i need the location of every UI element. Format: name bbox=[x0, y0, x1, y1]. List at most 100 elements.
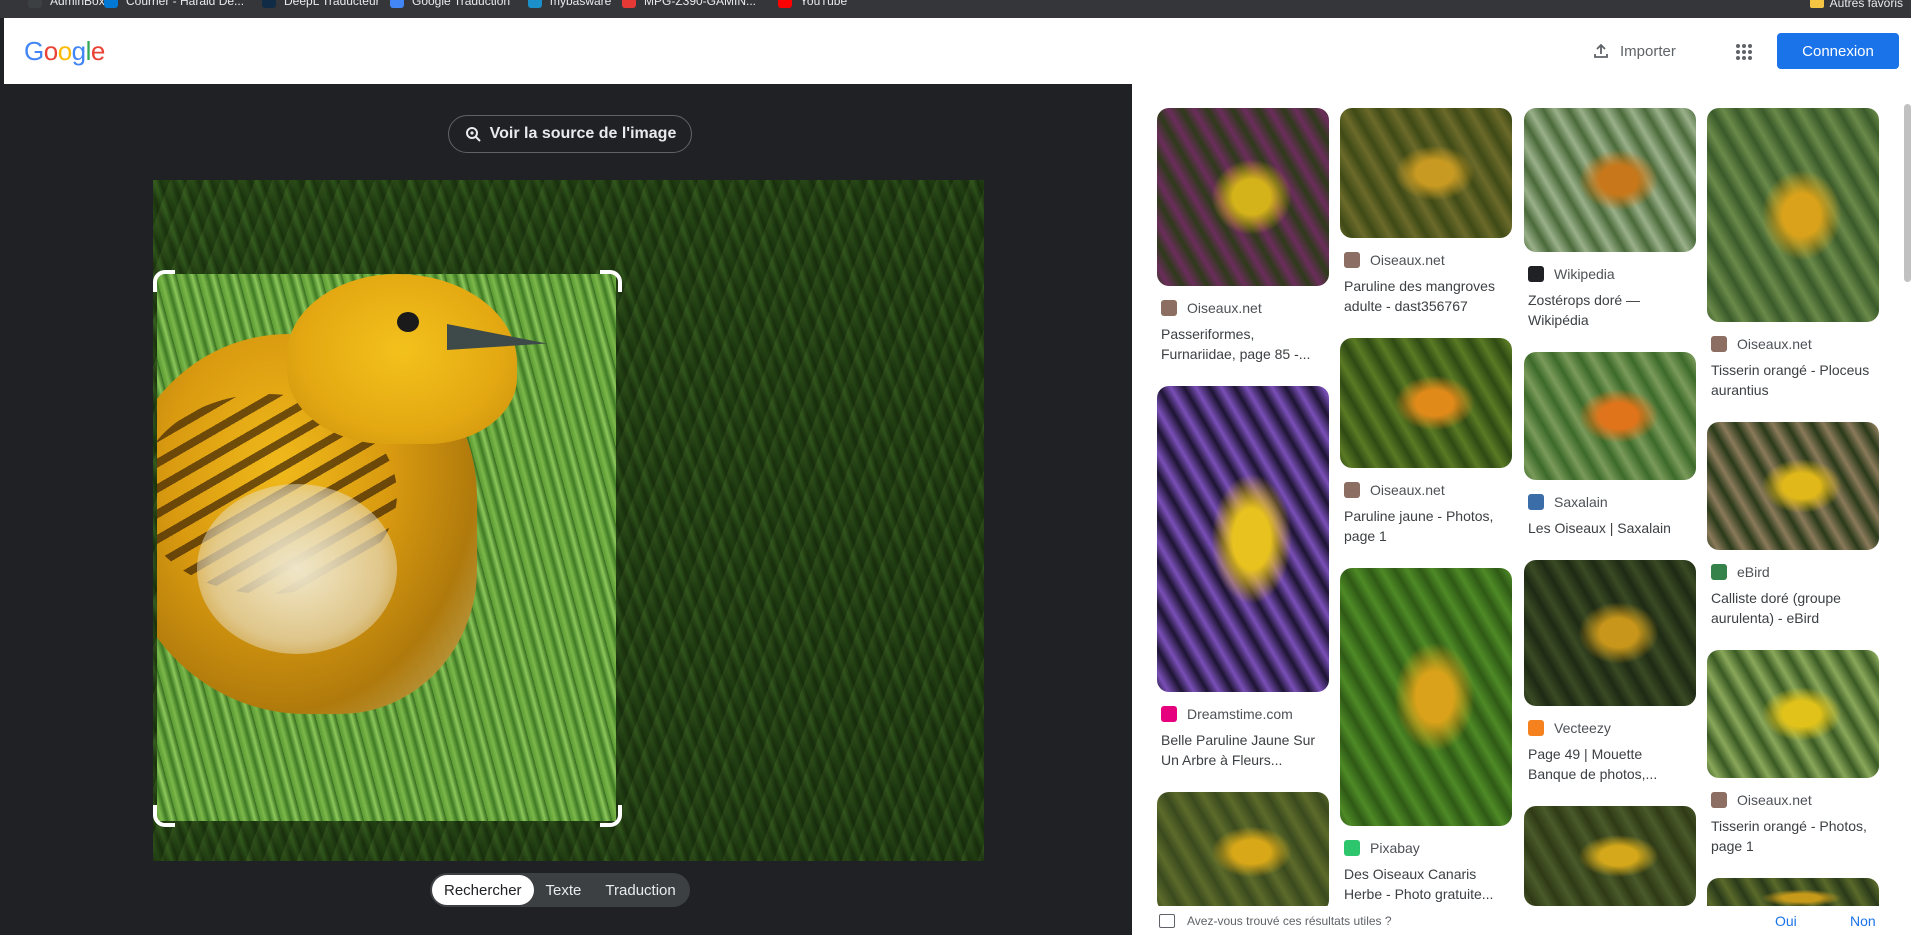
other-bookmarks[interactable]: Autres favoris bbox=[1809, 0, 1911, 10]
bookmark-item[interactable]: YouTube bbox=[778, 0, 847, 8]
result-thumbnail[interactable] bbox=[1524, 560, 1696, 706]
result-thumbnail[interactable] bbox=[1157, 108, 1329, 286]
result-source[interactable]: Pixabay bbox=[1340, 840, 1512, 856]
bookmark-item[interactable]: MPG-Z390-GAMIN... bbox=[622, 0, 757, 8]
result-thumbnail[interactable] bbox=[1524, 352, 1696, 480]
crop-selection[interactable] bbox=[157, 274, 616, 821]
visual-matches: Oiseaux.net Passeriformes, Furnariidae, p… bbox=[1132, 84, 1911, 935]
bookmark-favicon bbox=[104, 0, 118, 8]
bookmark-label: mybasware bbox=[550, 0, 612, 8]
crop-handle-top-right[interactable] bbox=[600, 270, 622, 292]
result-card[interactable]: Oiseaux.net Tisserin orangé - Photos, pag… bbox=[1707, 650, 1879, 856]
result-source[interactable]: Oiseaux.net bbox=[1707, 336, 1879, 352]
bookmark-label: DeepL Traducteur bbox=[284, 0, 380, 8]
ebird-favicon bbox=[1711, 564, 1727, 580]
pixabay-favicon bbox=[1344, 840, 1360, 856]
other-bookmarks-label: Autres favoris bbox=[1829, 0, 1903, 10]
result-title[interactable]: Belle Paruline Jaune Sur Un Arbre à Fleu… bbox=[1157, 730, 1329, 770]
result-source-label: Saxalain bbox=[1554, 494, 1608, 510]
result-title[interactable]: Page 49 | Mouette Banque de photos,... bbox=[1524, 744, 1696, 784]
logo-letter: e bbox=[90, 36, 105, 66]
result-card[interactable] bbox=[1524, 806, 1696, 906]
result-thumbnail[interactable] bbox=[1340, 568, 1512, 826]
result-source-label: Oiseaux.net bbox=[1737, 336, 1812, 352]
result-thumbnail[interactable] bbox=[1340, 338, 1512, 468]
feedback-yes-button[interactable]: Oui bbox=[1775, 913, 1797, 929]
result-source[interactable]: Dreamstime.com bbox=[1157, 706, 1329, 722]
bookmark-label: AdminBox bbox=[50, 0, 105, 8]
tab-text[interactable]: Texte bbox=[534, 875, 594, 905]
result-card[interactable]: Oiseaux.net Paruline jaune - Photos, page… bbox=[1340, 338, 1512, 546]
bookmark-item[interactable]: Courrier - Harald De... bbox=[104, 0, 244, 8]
result-thumbnail[interactable] bbox=[1707, 108, 1879, 322]
result-card[interactable] bbox=[1157, 792, 1329, 912]
result-card[interactable]: Saxalain Les Oiseaux | Saxalain bbox=[1524, 352, 1696, 538]
bookmark-item[interactable]: AdminBox bbox=[28, 0, 105, 8]
bookmark-favicon bbox=[390, 0, 404, 8]
bookmark-favicon bbox=[28, 0, 42, 8]
result-thumbnail[interactable] bbox=[1524, 806, 1696, 906]
result-source[interactable]: Oiseaux.net bbox=[1340, 252, 1512, 268]
tab-search[interactable]: Rechercher bbox=[432, 875, 534, 905]
vecteezy-favicon bbox=[1528, 720, 1544, 736]
bookmark-favicon bbox=[778, 0, 792, 8]
result-title[interactable]: Les Oiseaux | Saxalain bbox=[1524, 518, 1696, 538]
result-thumbnail[interactable] bbox=[1157, 792, 1329, 912]
tab-translate[interactable]: Traduction bbox=[593, 875, 687, 905]
google-logo[interactable]: Google bbox=[24, 36, 105, 67]
result-source[interactable]: Vecteezy bbox=[1524, 720, 1696, 736]
result-title[interactable]: Tisserin orangé - Ploceus aurantius bbox=[1707, 360, 1879, 400]
result-card[interactable]: Oiseaux.net Tisserin orangé - Ploceus aur… bbox=[1707, 108, 1879, 400]
result-source[interactable]: Oiseaux.net bbox=[1707, 792, 1879, 808]
result-source[interactable]: Saxalain bbox=[1524, 494, 1696, 510]
crop-handle-top-left[interactable] bbox=[153, 270, 175, 292]
result-card[interactable]: Pixabay Des Oiseaux Canaris Herbe - Photo… bbox=[1340, 568, 1512, 904]
result-source[interactable]: Oiseaux.net bbox=[1340, 482, 1512, 498]
result-card[interactable]: Dreamstime.com Belle Paruline Jaune Sur U… bbox=[1157, 386, 1329, 770]
result-card[interactable]: Wikipedia Zostérops doré — Wikipédia bbox=[1524, 108, 1696, 330]
bookmark-item[interactable]: DeepL Traducteur bbox=[262, 0, 380, 8]
result-title[interactable]: Calliste doré (groupe aurulenta) - eBird bbox=[1707, 588, 1879, 628]
result-title[interactable]: Des Oiseaux Canaris Herbe - Photo gratui… bbox=[1340, 864, 1512, 904]
result-thumbnail[interactable] bbox=[1340, 108, 1512, 238]
saxalain-favicon bbox=[1528, 494, 1544, 510]
result-title[interactable]: Tisserin orangé - Photos, page 1 bbox=[1707, 816, 1879, 856]
login-button[interactable]: Connexion bbox=[1777, 33, 1899, 69]
bookmark-favicon bbox=[622, 0, 636, 8]
result-source[interactable]: eBird bbox=[1707, 564, 1879, 580]
result-title[interactable]: Paruline des mangroves adulte - dast3567… bbox=[1340, 276, 1512, 316]
feedback-no-button[interactable]: Non bbox=[1850, 913, 1876, 929]
wikipedia-favicon bbox=[1528, 266, 1544, 282]
google-lens-page: AdminBox Courrier - Harald De... DeepL Tra… bbox=[0, 0, 1911, 935]
feedback-icon bbox=[1159, 913, 1175, 928]
bookmark-label: Google Traduction bbox=[412, 0, 511, 8]
result-title[interactable]: Passeriformes, Furnariidae, page 85 -... bbox=[1157, 324, 1329, 364]
logo-letter: G bbox=[24, 36, 44, 66]
logo-letter: o bbox=[43, 36, 58, 66]
crop-handle-bottom-left[interactable] bbox=[153, 805, 175, 827]
feedback-bar: Avez-vous trouvé ces résultats utiles ? … bbox=[1132, 906, 1911, 935]
result-card[interactable]: Vecteezy Page 49 | Mouette Banque de phot… bbox=[1524, 560, 1696, 784]
import-button[interactable]: Importer bbox=[1592, 34, 1676, 68]
result-title[interactable]: Zostérops doré — Wikipédia bbox=[1524, 290, 1696, 330]
bookmark-item[interactable]: mybasware bbox=[528, 0, 612, 8]
result-card[interactable]: Oiseaux.net Passeriformes, Furnariidae, p… bbox=[1157, 108, 1329, 364]
result-title[interactable]: Paruline jaune - Photos, page 1 bbox=[1340, 506, 1512, 546]
result-thumbnail[interactable] bbox=[1707, 422, 1879, 550]
result-source-label: Oiseaux.net bbox=[1737, 792, 1812, 808]
result-thumbnail[interactable] bbox=[1157, 386, 1329, 692]
result-source[interactable]: Wikipedia bbox=[1524, 266, 1696, 282]
apps-grid-icon[interactable] bbox=[1732, 40, 1756, 64]
lens-mode-tabs: Rechercher Texte Traduction bbox=[430, 873, 690, 907]
result-card[interactable]: Oiseaux.net Paruline des mangroves adulte… bbox=[1340, 108, 1512, 316]
view-image-source-button[interactable]: Voir la source de l'image bbox=[448, 115, 692, 153]
result-thumbnail[interactable] bbox=[1524, 108, 1696, 252]
result-source[interactable]: Oiseaux.net bbox=[1157, 300, 1329, 316]
results-scrollbar[interactable] bbox=[1904, 104, 1911, 282]
bookmark-item[interactable]: Google Traduction bbox=[390, 0, 511, 8]
results-column: Oiseaux.net Passeriformes, Furnariidae, p… bbox=[1157, 108, 1329, 934]
result-card[interactable]: eBird Calliste doré (groupe aurulenta) - … bbox=[1707, 422, 1879, 628]
results-column: Oiseaux.net Paruline des mangroves adulte… bbox=[1340, 108, 1512, 926]
bookmark-label: MPG-Z390-GAMIN... bbox=[644, 0, 757, 8]
result-thumbnail[interactable] bbox=[1707, 650, 1879, 778]
